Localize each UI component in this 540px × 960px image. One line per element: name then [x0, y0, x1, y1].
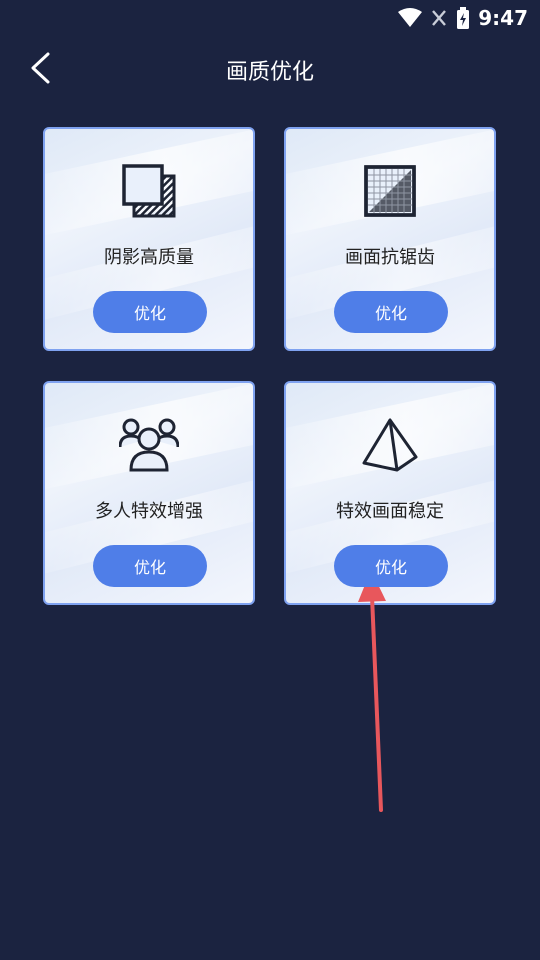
status-time: 9:47 — [478, 6, 528, 30]
wifi-icon — [398, 8, 423, 27]
battery-icon — [457, 7, 470, 29]
antialias-grid-icon — [364, 165, 416, 217]
optimize-button[interactable]: 优化 — [334, 545, 448, 587]
multi-user-icon — [119, 418, 179, 472]
page-title: 画质优化 — [225, 60, 314, 85]
card-multiplayer-effects: 多人特效增强 优化 — [43, 381, 255, 605]
header: 画质优化 — [0, 36, 540, 100]
card-antialiasing: 画面抗锯齿 优化 — [284, 127, 496, 351]
optimize-button[interactable]: 优化 — [93, 545, 207, 587]
card-shadow-quality: 阴影高质量 优化 — [43, 127, 255, 351]
card-label: 特效画面稳定 — [336, 501, 444, 522]
no-sim-icon — [432, 10, 447, 26]
status-icons: 9:47 — [398, 6, 528, 30]
shadow-squares-icon — [122, 164, 176, 218]
card-label: 多人特效增强 — [95, 501, 203, 522]
optimize-button[interactable]: 优化 — [334, 291, 448, 333]
card-effect-stability: 特效画面稳定 优化 — [284, 381, 496, 605]
card-label: 阴影高质量 — [104, 247, 194, 268]
card-label: 画面抗锯齿 — [345, 247, 435, 268]
pyramid-icon — [362, 418, 418, 472]
optimize-button[interactable]: 优化 — [93, 291, 207, 333]
status-bar: 9:47 — [0, 0, 540, 36]
